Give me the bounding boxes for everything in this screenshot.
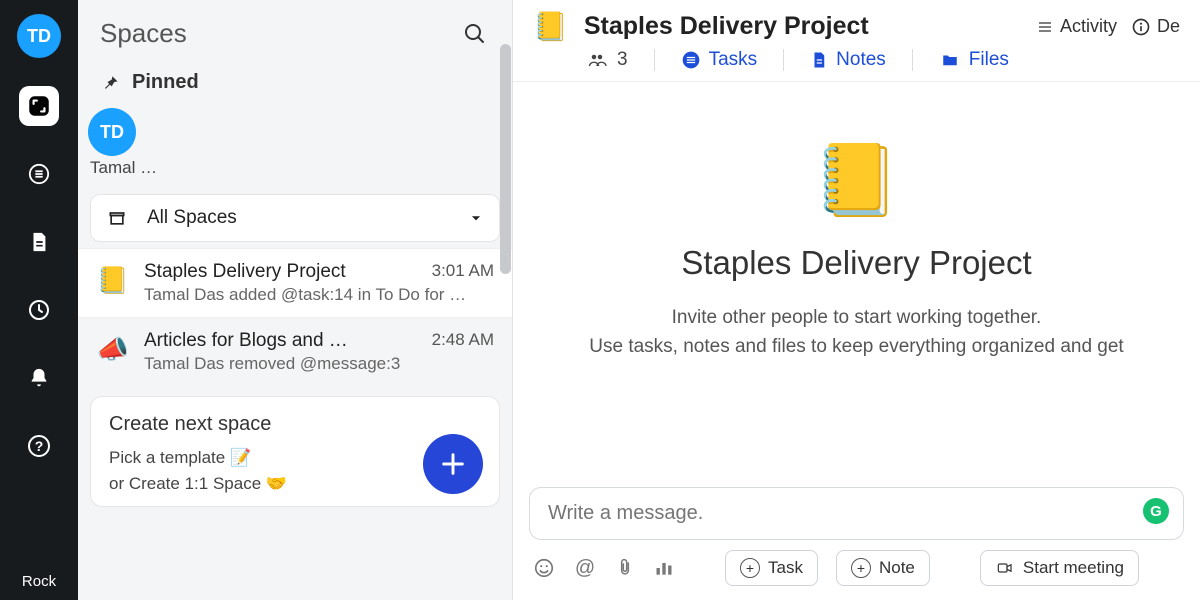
space-title: Staples Delivery Project (144, 261, 346, 283)
hero-subtitle: Invite other people to start working tog… (589, 304, 1123, 361)
megaphone-icon: 📣 (96, 332, 130, 366)
sidebar-title: Spaces (100, 18, 187, 49)
create-space-card: Create next space Pick a template 📝 or C… (90, 396, 500, 507)
tasks-icon (681, 50, 701, 70)
compose-box[interactable]: G (529, 487, 1184, 540)
attach-button[interactable] (615, 557, 635, 579)
pinned-label: Pinned (132, 71, 199, 94)
chevron-down-icon (469, 211, 483, 225)
message-input[interactable] (548, 502, 1165, 525)
sidebar-panel: Spaces Pinned TD Tamal … All Spaces 📒 St… (78, 0, 513, 600)
rail-spaces-icon[interactable] (19, 86, 59, 126)
space-time: 3:01 AM (432, 261, 494, 283)
rail-bell-icon[interactable] (19, 358, 59, 398)
rail-list-icon[interactable] (19, 154, 59, 194)
hero-title: Staples Delivery Project (681, 244, 1031, 282)
rail-doc-icon[interactable] (19, 222, 59, 262)
scrollbar-thumb[interactable] (500, 44, 511, 274)
mention-button[interactable]: @ (573, 556, 597, 580)
pin-icon (100, 73, 120, 93)
space-subtitle: Tamal Das removed @message:3 (144, 354, 494, 374)
book-icon: 📒 (96, 263, 130, 297)
search-button[interactable] (460, 19, 490, 49)
add-note-button[interactable]: +Note (836, 550, 930, 586)
user-avatar[interactable]: TD (17, 14, 61, 58)
plus-icon (439, 450, 467, 478)
svg-text:@: @ (575, 557, 595, 579)
project-icon: 📒 (533, 10, 568, 43)
main-area: 📒 Staples Delivery Project Activity De 3 (513, 0, 1200, 600)
space-title: Articles for Blogs and … (144, 330, 348, 352)
create-title: Create next space (109, 413, 481, 436)
compose-toolbar: @ +Task +Note Start meeting (513, 540, 1200, 600)
create-space-fab[interactable] (423, 434, 483, 494)
plus-icon: + (740, 558, 760, 578)
project-title: Staples Delivery Project (584, 12, 869, 41)
activity-icon (1036, 19, 1054, 35)
rail-help-icon[interactable]: ? (19, 426, 59, 466)
start-meeting-button[interactable]: Start meeting (980, 550, 1139, 586)
add-task-button[interactable]: +Task (725, 550, 818, 586)
info-icon (1131, 17, 1151, 37)
hero-icon: 📒 (813, 140, 900, 222)
pinned-name: Tamal … (78, 158, 512, 188)
grammarly-badge[interactable]: G (1143, 498, 1169, 524)
space-time: 2:48 AM (432, 330, 494, 352)
files-icon (939, 51, 961, 69)
space-subtitle: Tamal Das added @task:14 in To Do for … (144, 285, 494, 305)
empty-state: 📒 Staples Delivery Project Invite other … (513, 82, 1200, 477)
notes-icon (810, 50, 828, 70)
rail-brand-label: Rock (22, 573, 56, 590)
topbar: 📒 Staples Delivery Project Activity De 3 (513, 0, 1200, 82)
space-item-staples[interactable]: 📒 Staples Delivery Project 3:01 AM Tamal… (78, 248, 512, 317)
emoji-button[interactable] (533, 557, 555, 579)
details-button[interactable]: De (1131, 16, 1180, 37)
search-icon (463, 22, 487, 46)
tab-notes[interactable]: Notes (810, 49, 886, 71)
archive-icon (107, 208, 127, 228)
rail-history-icon[interactable] (19, 290, 59, 330)
members-count[interactable]: 3 (585, 49, 628, 71)
space-filter[interactable]: All Spaces (90, 194, 500, 242)
activity-button[interactable]: Activity (1036, 16, 1117, 37)
svg-text:?: ? (35, 438, 44, 454)
tab-files[interactable]: Files (939, 49, 1009, 71)
pinned-avatar: TD (88, 108, 136, 156)
avatar-initials: TD (27, 26, 51, 47)
pinned-header: Pinned (78, 55, 512, 100)
people-icon (585, 51, 609, 69)
poll-button[interactable] (653, 558, 675, 578)
tab-tasks[interactable]: Tasks (681, 49, 758, 71)
filter-label: All Spaces (147, 207, 449, 229)
space-item-articles[interactable]: 📣 Articles for Blogs and … 2:48 AM Tamal… (78, 317, 512, 386)
plus-icon: + (851, 558, 871, 578)
nav-rail: TD ? Rock (0, 0, 78, 600)
pinned-user[interactable]: TD (78, 100, 512, 158)
video-icon (995, 560, 1015, 576)
